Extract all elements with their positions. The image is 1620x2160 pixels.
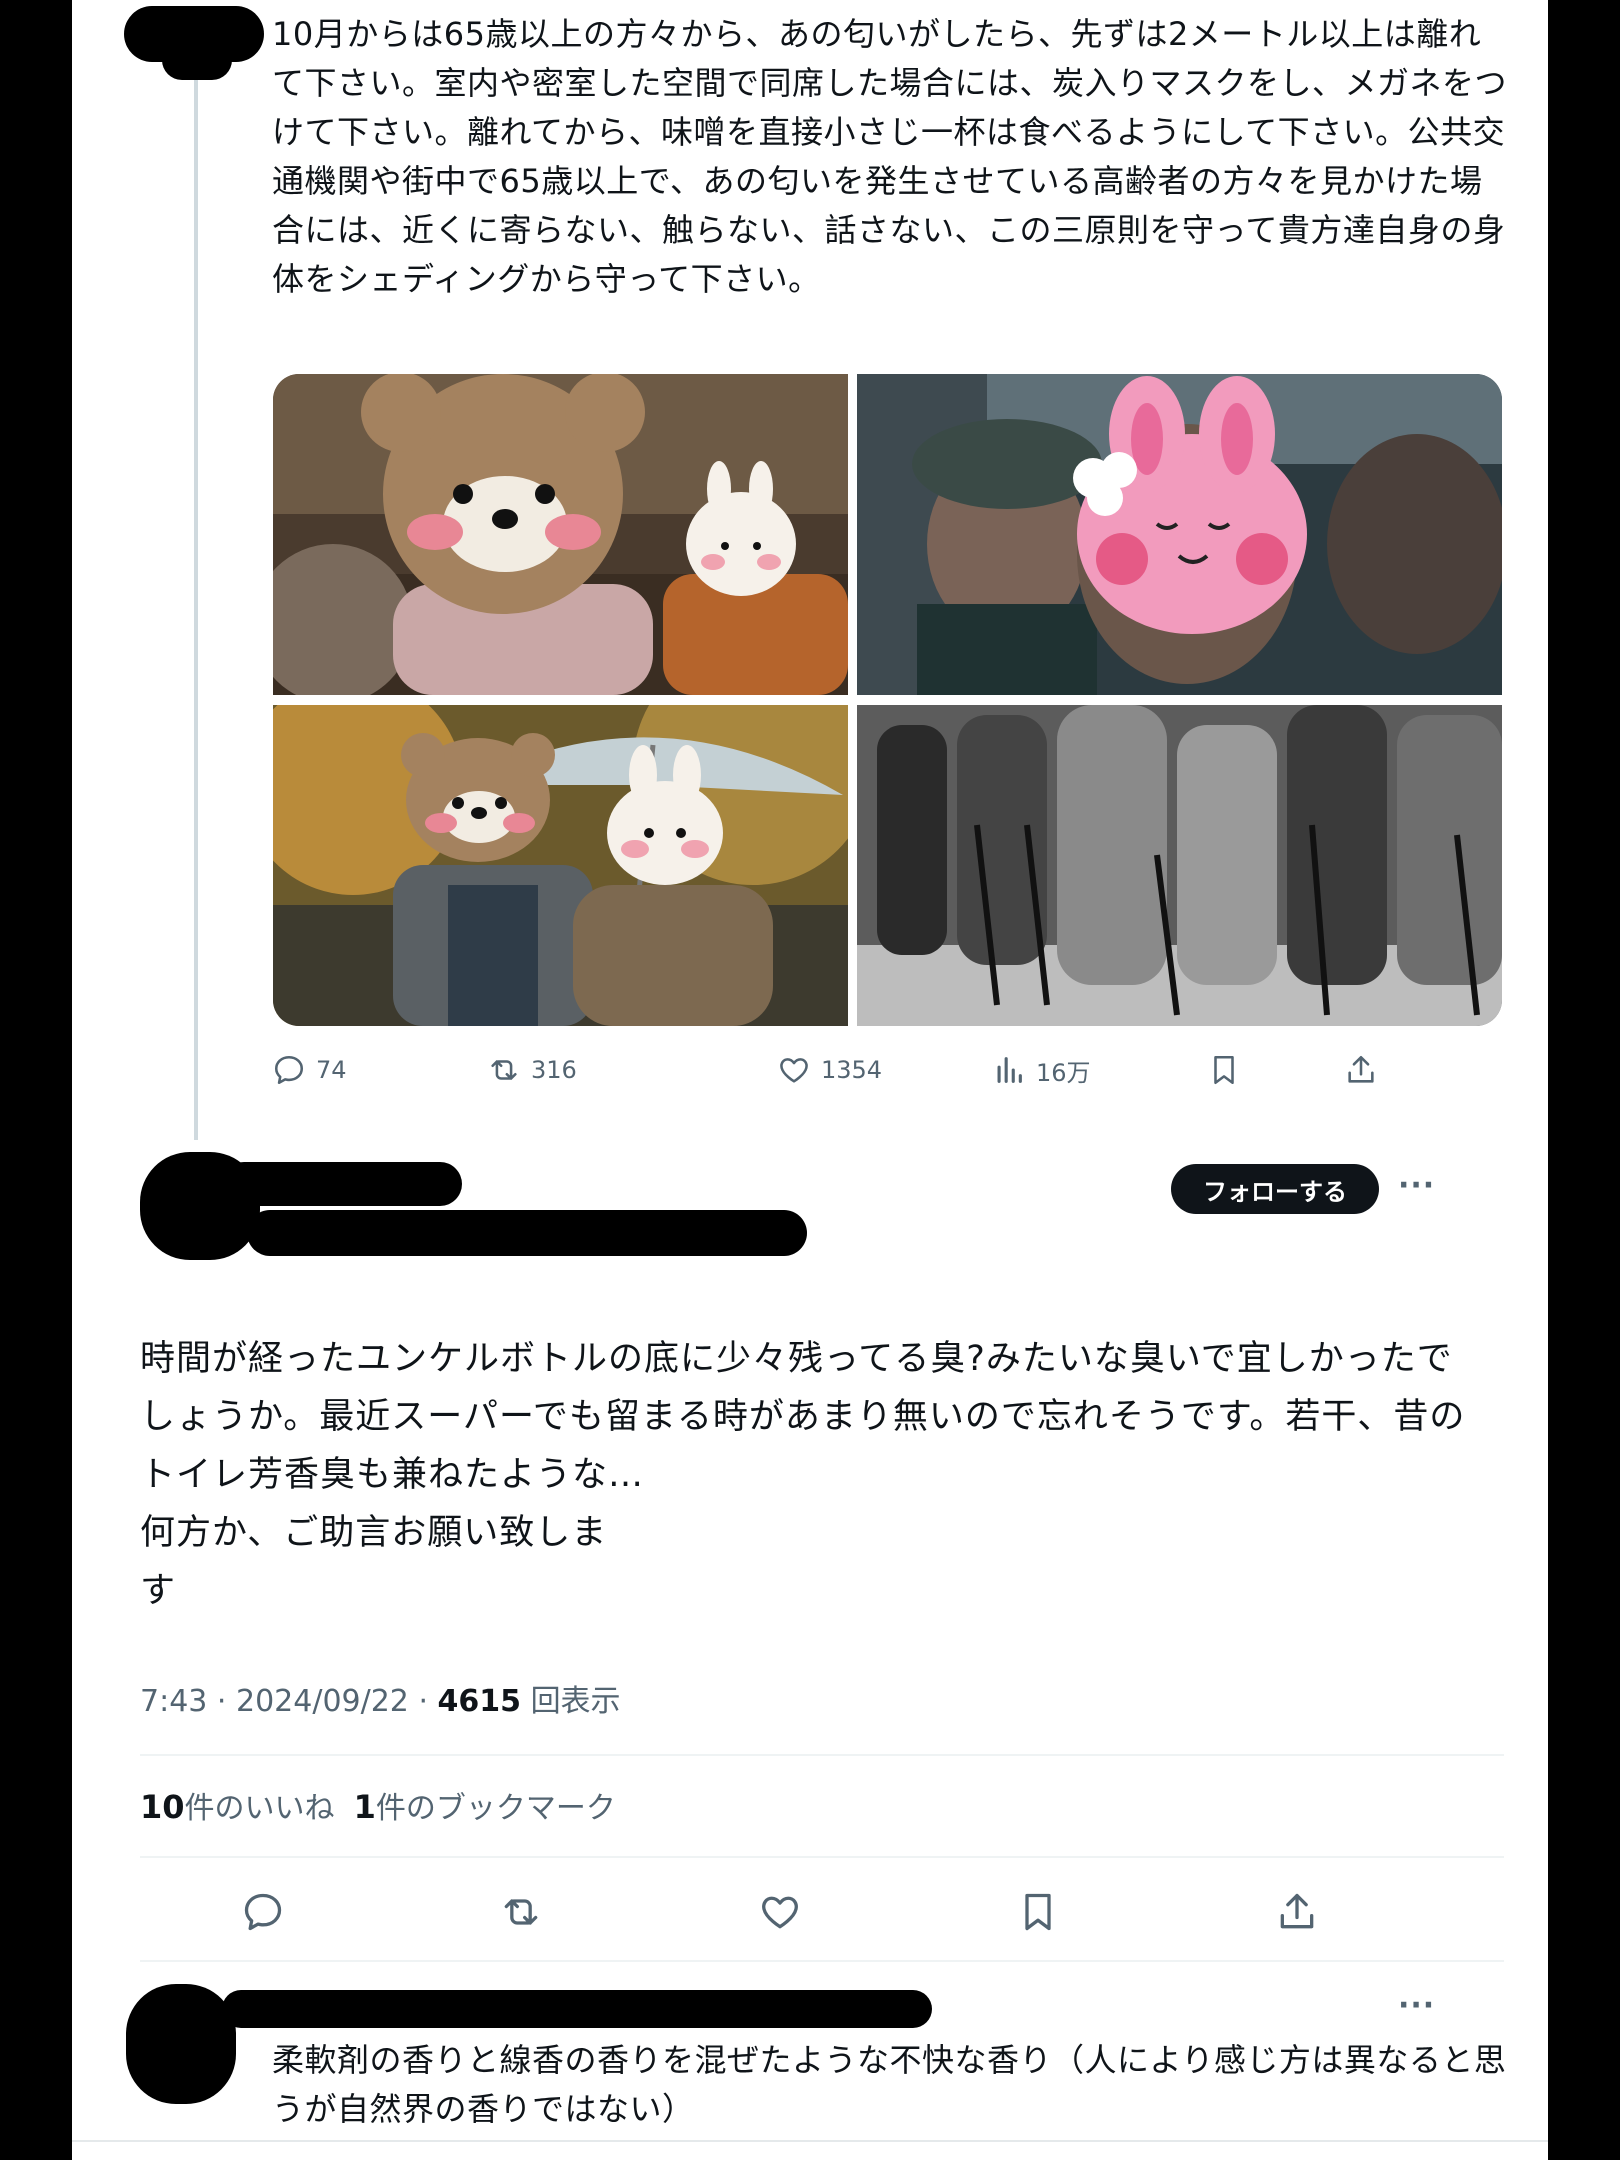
reply-count: 74 (316, 1056, 347, 1084)
redacted-display-name (222, 1162, 462, 1206)
share-icon (1348, 1055, 1374, 1083)
quoted-tweet-text: 10月からは65歳以上の方々から、あの匂いがしたら、先ずは2メートル以上は離れて… (272, 15, 1508, 298)
bookmark-icon (1025, 1893, 1051, 1931)
like-label[interactable]: 件のいいね (185, 1791, 335, 1826)
views-count: 4615 (437, 1684, 522, 1719)
engagement-stats: 10件のいいね 1件のブックマーク (140, 1783, 616, 1827)
views-icon (997, 1057, 1022, 1083)
share-button[interactable] (1265, 1880, 1329, 1944)
reply-text: 時間が経ったユンケルボトルの底に少々残ってる臭?みたいな臭いで宜しかったでしょう… (140, 1339, 1466, 1611)
tweet-time[interactable]: 7:43 (140, 1684, 207, 1719)
next-reply-text: 柔軟剤の香りと線香の香りを混ぜたような不快な香り（人により感じ方は異なると思うが… (272, 2041, 1507, 2128)
app-page: 10月からは65歳以上の方々から、あの匂いがしたら、先ずは2メートル以上は離れて… (72, 0, 1548, 2160)
retweet-icon (491, 1060, 517, 1080)
bookmark-icon (1214, 1055, 1234, 1085)
reply-button[interactable] (231, 1880, 295, 1944)
divider (72, 2140, 1548, 2142)
reply-action[interactable]: 74 (272, 1040, 347, 1100)
divider (140, 1960, 1504, 1962)
like-button[interactable] (748, 1880, 812, 1944)
like-icon (780, 1058, 808, 1083)
media-grid[interactable] (273, 374, 1502, 1026)
reply-icon (244, 1893, 282, 1931)
share-icon (1280, 1893, 1314, 1929)
redacted-avatar (162, 40, 232, 80)
bookmark-button[interactable] (1006, 1880, 1070, 1944)
more-icon[interactable]: ··· (1398, 1168, 1435, 1203)
divider (140, 1754, 1504, 1756)
redacted-username (222, 1990, 932, 2028)
like-action[interactable]: 1354 (777, 1040, 882, 1100)
retweet-icon (504, 1899, 538, 1925)
bear-sticker-photo[interactable] (273, 374, 848, 695)
like-count: 10 (140, 1788, 185, 1826)
more-icon[interactable]: ··· (1398, 1988, 1435, 2023)
quoted-tweet-actions: 74 316 1354 16万 (272, 1040, 1412, 1100)
share-action[interactable] (1344, 1040, 1378, 1100)
views-label: 回表示 (530, 1684, 621, 1719)
bookmark-label[interactable]: 件のブックマーク (376, 1791, 616, 1826)
reply-actions (140, 1880, 1504, 1944)
like-count: 1354 (821, 1056, 883, 1084)
redacted-username (247, 1210, 807, 1256)
bookmark-action[interactable] (1207, 1040, 1241, 1100)
views-action[interactable]: 16万 (992, 1040, 1091, 1100)
views-count: 16万 (1036, 1058, 1091, 1087)
walkers-bw-photo[interactable] (857, 705, 1502, 1026)
retweet-button[interactable] (489, 1880, 553, 1944)
retweet-count: 316 (531, 1056, 577, 1084)
redacted-avatar (126, 1984, 236, 2104)
tweet-meta: 7:43 · 2024/09/22 · 4615 回表示 (140, 1684, 621, 1719)
retweet-action[interactable]: 316 (487, 1040, 577, 1100)
like-icon (762, 1896, 798, 1929)
reply-icon (274, 1055, 304, 1085)
bunny-sticker-photo[interactable] (857, 374, 1502, 695)
follow-button[interactable]: フォローする (1171, 1164, 1379, 1214)
divider (140, 1856, 1504, 1858)
thread-line (194, 80, 198, 1140)
tweet-date[interactable]: 2024/09/22 (236, 1684, 409, 1719)
umbrella-couple-photo[interactable] (273, 705, 848, 1026)
bookmark-count: 1 (353, 1788, 376, 1826)
